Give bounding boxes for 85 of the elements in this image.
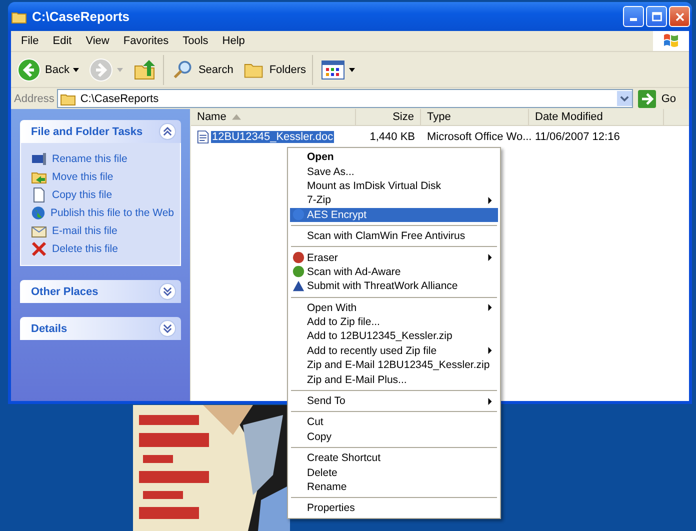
views-icon bbox=[321, 60, 346, 80]
table-cell: 1,440 KB bbox=[370, 131, 415, 143]
column-header[interactable]: Date Modified bbox=[529, 109, 664, 125]
menu-item[interactable]: Create Shortcut bbox=[290, 451, 498, 466]
menu-item[interactable]: File bbox=[14, 35, 46, 47]
address-label: Address bbox=[14, 92, 54, 104]
column-header[interactable]: Size bbox=[356, 109, 421, 125]
menu-item[interactable]: Add to recently used Zip file bbox=[290, 344, 498, 358]
windows-logo-icon bbox=[653, 31, 689, 51]
menu-item[interactable]: Scan with ClamWin Free Antivirus bbox=[290, 228, 498, 244]
minimize-button[interactable] bbox=[623, 6, 644, 27]
rename-icon bbox=[31, 151, 47, 167]
document-icon bbox=[197, 130, 209, 144]
caret-icon bbox=[73, 68, 80, 72]
task-link[interactable]: Publish this file to the Web bbox=[50, 207, 174, 219]
menu-item[interactable]: Eraser bbox=[290, 250, 498, 265]
menu-item[interactable]: Send To bbox=[290, 394, 498, 408]
task-link[interactable]: Delete this file bbox=[52, 243, 118, 255]
dropdown-icon[interactable] bbox=[617, 91, 632, 106]
submenu-arrow-icon bbox=[488, 254, 492, 262]
caret-icon bbox=[349, 68, 356, 72]
delete-icon bbox=[31, 241, 47, 257]
menu-item[interactable]: Delete bbox=[290, 465, 498, 480]
task-link[interactable]: Copy this file bbox=[52, 189, 112, 201]
back-button[interactable]: Back bbox=[13, 54, 84, 84]
folder-icon bbox=[60, 92, 76, 106]
task-link[interactable]: Rename this file bbox=[52, 153, 128, 165]
maximize-button[interactable] bbox=[646, 6, 667, 27]
menu-item[interactable]: Mount as ImDisk Virtual Disk bbox=[290, 178, 498, 194]
menu-item[interactable]: Copy bbox=[290, 430, 498, 444]
menu-item[interactable]: Properties bbox=[290, 501, 498, 516]
table-cell: Microsoft Office Wo... bbox=[427, 131, 532, 143]
folder-up-icon bbox=[133, 58, 158, 82]
menu-item[interactable]: Open bbox=[290, 150, 498, 164]
menu-item[interactable]: Tools bbox=[176, 35, 216, 47]
caret-icon bbox=[117, 68, 124, 72]
disc-icon bbox=[292, 251, 305, 264]
menu-item[interactable]: Add to Zip file... bbox=[290, 314, 498, 330]
panel-header[interactable]: File and Folder Tasks bbox=[20, 120, 181, 143]
menu-item[interactable]: Save As... bbox=[290, 164, 498, 179]
panel-header[interactable]: Details bbox=[20, 317, 181, 340]
column-header[interactable]: Name bbox=[191, 109, 356, 125]
maximize-icon bbox=[650, 10, 664, 24]
file-name[interactable]: 12BU12345_Kessler.doc bbox=[211, 131, 334, 143]
chevron-icon bbox=[159, 320, 176, 337]
menu-item[interactable]: Favorites bbox=[116, 35, 176, 47]
menu-item[interactable]: 7-Zip bbox=[290, 193, 498, 208]
window-title: C:\CaseReports bbox=[32, 9, 131, 24]
menu-item[interactable]: Open With bbox=[290, 300, 498, 315]
menu-item[interactable]: Add to 12BU12345_Kessler.zip bbox=[290, 329, 498, 344]
menu-item[interactable]: View bbox=[78, 35, 116, 47]
address-field[interactable]: C:\CaseReports bbox=[57, 89, 634, 108]
submenu-arrow-icon bbox=[488, 347, 492, 354]
column-header[interactable]: Type bbox=[421, 109, 529, 125]
panel-header[interactable]: Other Places bbox=[20, 280, 181, 303]
menu-item[interactable]: Help bbox=[215, 35, 252, 47]
task-link[interactable]: Move this file bbox=[52, 171, 114, 183]
menu-item[interactable]: Cut bbox=[290, 415, 498, 430]
search-button[interactable]: Search bbox=[168, 54, 238, 84]
menu-item[interactable]: Submit with ThreatWork Alliance bbox=[290, 279, 498, 294]
go-button[interactable]: Go bbox=[636, 90, 686, 108]
sort-arrow-icon bbox=[232, 114, 242, 120]
table-cell: 11/06/2007 12:16 bbox=[535, 131, 620, 143]
menu-item[interactable]: Zip and E-Mail Plus... bbox=[290, 372, 498, 387]
folders-button[interactable]: Folders bbox=[239, 54, 314, 84]
chevron-icon bbox=[159, 283, 176, 300]
minimize-icon bbox=[630, 18, 637, 21]
triangle-icon bbox=[292, 280, 305, 293]
menu-item[interactable]: Scan with Ad-Aware bbox=[290, 264, 498, 280]
folder-icon bbox=[11, 10, 27, 24]
submenu-arrow-icon bbox=[488, 398, 492, 405]
page-icon bbox=[31, 187, 47, 203]
go-arrow-icon bbox=[638, 90, 656, 108]
menu-item[interactable]: AES Encrypt bbox=[290, 208, 498, 222]
menu-item[interactable]: Edit bbox=[46, 35, 79, 47]
task-link[interactable]: E-mail this file bbox=[52, 225, 118, 237]
globe-icon bbox=[31, 205, 46, 221]
disc-icon bbox=[292, 208, 305, 222]
chevron-icon bbox=[159, 123, 176, 140]
close-button[interactable] bbox=[669, 6, 690, 27]
submenu-arrow-icon bbox=[488, 304, 492, 312]
disc-icon bbox=[292, 265, 305, 278]
submenu-arrow-icon bbox=[488, 196, 492, 204]
menu-item[interactable]: Rename bbox=[290, 480, 498, 494]
menu-item[interactable]: Zip and E-Mail 12BU12345_Kessler.zip bbox=[290, 358, 498, 372]
